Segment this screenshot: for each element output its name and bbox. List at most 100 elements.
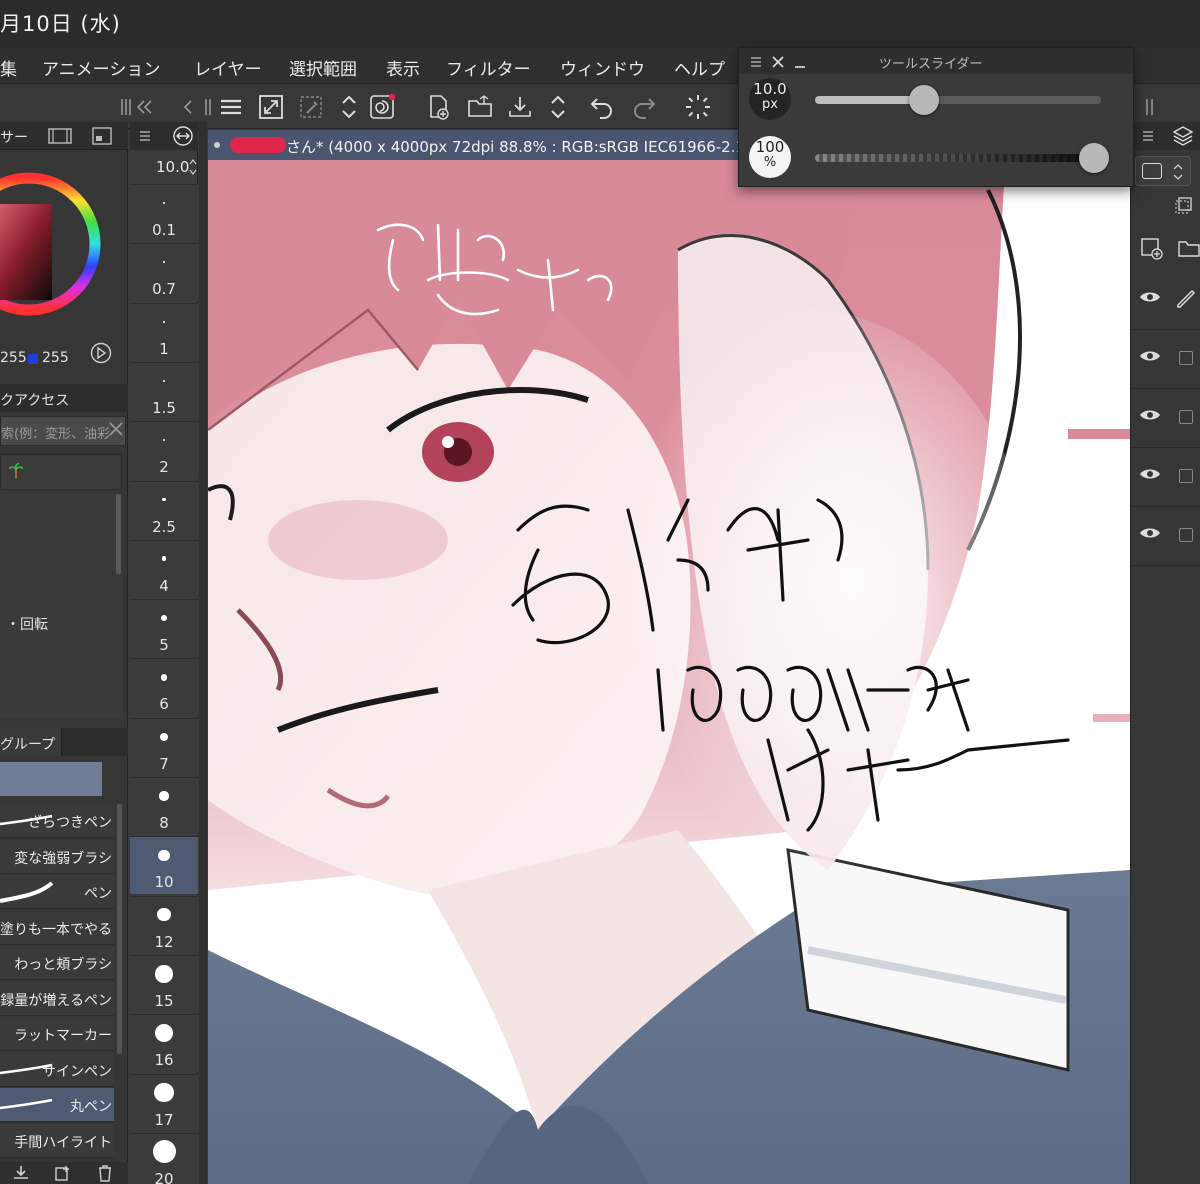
size-cell-15[interactable]: 15 <box>130 954 198 1013</box>
new-layer-icon[interactable] <box>1139 236 1163 260</box>
quick-access-item[interactable] <box>0 454 122 490</box>
menu-window[interactable]: ウィンドウ <box>560 55 645 80</box>
lock-checkbox[interactable] <box>1179 528 1193 542</box>
brush-item[interactable]: わっと頬ブラシ <box>0 946 114 980</box>
minimize-icon[interactable] <box>793 54 807 68</box>
trash-icon[interactable] <box>96 1164 114 1182</box>
layer-row[interactable] <box>1131 388 1200 448</box>
layers-icon[interactable] <box>1171 124 1195 148</box>
hamburger-menu-icon[interactable] <box>217 93 245 121</box>
panel-grip-icon-2[interactable] <box>194 93 211 121</box>
lock-checkbox[interactable] <box>1179 410 1193 424</box>
brush-item[interactable]: 塗りも一本でやる <box>0 910 114 945</box>
menu-icon[interactable] <box>138 128 152 142</box>
visibility-eye-icon[interactable] <box>1139 526 1161 540</box>
brush-list-scrollbar[interactable] <box>117 804 122 1054</box>
record-timelapse-icon[interactable] <box>368 93 396 121</box>
close-icon[interactable] <box>107 420 125 438</box>
menu-selection[interactable]: 選択範囲 <box>289 55 357 80</box>
brush-preview-swatch[interactable] <box>0 762 102 796</box>
size-slider-track[interactable] <box>815 85 1101 115</box>
close-icon-2[interactable] <box>771 54 785 68</box>
menu-layer[interactable]: レイヤー <box>194 55 262 80</box>
size-cell-0-7[interactable]: 0.7 <box>130 243 198 302</box>
save-icon[interactable] <box>506 93 534 121</box>
scrollbar-thumb[interactable] <box>116 494 121 574</box>
lock-checkbox[interactable] <box>1179 469 1193 483</box>
size-cell-7[interactable]: 7 <box>130 717 198 776</box>
brush-item[interactable]: ラットマーカー <box>0 1017 114 1051</box>
stepper-arrows-icon[interactable] <box>188 156 198 178</box>
size-cell-0-1[interactable]: 0.1 <box>130 184 198 242</box>
rotate-label[interactable]: ・回転 <box>6 614 48 634</box>
updown-arrows-icon-2[interactable] <box>544 93 568 121</box>
size-cell-5[interactable]: 5 <box>130 599 198 658</box>
color-tab-label[interactable]: サー <box>0 127 28 147</box>
film-icon[interactable] <box>48 128 72 144</box>
group-tab[interactable]: グループ <box>0 728 62 756</box>
visibility-eye-icon[interactable] <box>1139 408 1161 422</box>
layer-row[interactable] <box>1131 329 1200 389</box>
panel-grip-icon[interactable] <box>112 93 131 121</box>
layer-row[interactable] <box>1131 447 1200 507</box>
opacity-slider-track[interactable] <box>815 143 1109 173</box>
eyedropper-icon[interactable] <box>297 93 325 121</box>
size-cell-2-5[interactable]: 2.5 <box>130 480 198 539</box>
layer-row[interactable] <box>1131 270 1200 330</box>
panel-grip-icon-3[interactable] <box>1136 93 1153 121</box>
size-cell-10[interactable]: 10 <box>130 836 198 895</box>
size-cell-1[interactable]: 1 <box>130 302 198 361</box>
size-cell-6[interactable]: 6 <box>130 658 198 717</box>
visibility-eye-icon[interactable] <box>1139 349 1161 363</box>
size-cell-20[interactable]: 20 <box>130 1132 198 1184</box>
brush-item[interactable]: 録量が増えるペン <box>0 981 114 1016</box>
size-cell-1-5[interactable]: 1.5 <box>130 361 198 420</box>
redo-icon[interactable] <box>630 93 658 121</box>
layer-row[interactable] <box>1131 506 1200 566</box>
panel-divider[interactable] <box>199 122 207 1184</box>
link-icon[interactable] <box>170 126 196 146</box>
updown-arrows-icon[interactable] <box>335 93 359 121</box>
open-folder-icon[interactable] <box>466 93 494 121</box>
size-cell-2[interactable]: 2 <box>130 421 198 480</box>
menu-animation[interactable]: アニメーション <box>42 55 160 80</box>
visibility-eye-icon[interactable] <box>1139 467 1161 481</box>
brush-item[interactable]: ペン <box>0 875 114 909</box>
palette-icon[interactable] <box>92 127 112 145</box>
brush-item[interactable]: 変な強弱ブラシ <box>0 839 114 874</box>
duplicate-icon[interactable] <box>54 1164 72 1182</box>
new-folder-icon[interactable] <box>1177 236 1200 260</box>
tool-slider-titlebar[interactable]: ツールスライダー <box>739 48 1133 74</box>
menu-view[interactable]: 表示 <box>386 55 420 80</box>
chevron-left-icon[interactable] <box>174 93 192 121</box>
menu-filter[interactable]: フィルター <box>446 55 531 80</box>
brush-item[interactable]: 手間ハイライト <box>0 1123 114 1158</box>
new-file-icon[interactable] <box>424 93 452 121</box>
menu-help[interactable]: ヘルプ <box>674 55 725 80</box>
clip-icon[interactable] <box>1173 196 1193 216</box>
blend-mode-select[interactable] <box>1135 156 1191 186</box>
menu-edit[interactable]: 集 <box>0 55 17 80</box>
undo-icon[interactable] <box>588 93 616 121</box>
play-circle-icon[interactable] <box>90 342 112 364</box>
document-tab[interactable]: さん* (4000 x 4000px 72dpi 88.8% : RGB:sRG… <box>208 130 751 160</box>
size-cell-12[interactable]: 12 <box>130 895 198 954</box>
transform-icon[interactable] <box>257 93 285 121</box>
import-icon[interactable] <box>12 1164 30 1182</box>
collapse-left-icon[interactable] <box>130 93 152 121</box>
lock-checkbox[interactable] <box>1179 351 1193 365</box>
menu-icon-3[interactable] <box>749 54 763 68</box>
brush-item[interactable]: 丸ペン <box>0 1088 114 1122</box>
size-cell-16[interactable]: 16 <box>130 1014 198 1073</box>
opacity-slider-knob[interactable] <box>1079 143 1109 173</box>
canvas-viewport[interactable] <box>208 130 1130 1184</box>
visibility-eye-icon[interactable] <box>1139 290 1161 304</box>
size-cell-17[interactable]: 17 <box>130 1073 198 1132</box>
color-wheel[interactable] <box>0 154 102 334</box>
size-cell-4[interactable]: 4 <box>130 539 198 598</box>
brush-item[interactable]: サインペン <box>0 1052 114 1087</box>
size-current-display[interactable]: 10.0 <box>130 152 198 182</box>
quick-access-tab[interactable]: クアクセス <box>0 390 69 410</box>
brush-item[interactable]: ざらつきペン <box>0 804 114 838</box>
size-cell-8[interactable]: 8 <box>130 777 198 835</box>
